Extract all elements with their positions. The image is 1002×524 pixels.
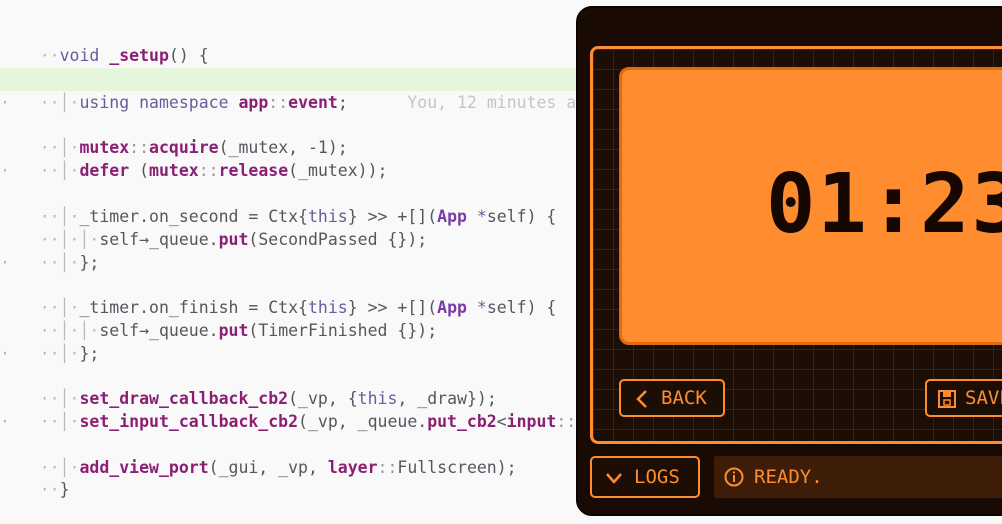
back-button[interactable]: BACK — [619, 379, 725, 417]
chevron-left-icon — [636, 390, 647, 408]
logs-button[interactable]: LOGS — [590, 456, 700, 498]
logs-button-label: LOGS — [634, 466, 680, 488]
timer-device-panel: 01:23 BACK SAVE LOGS READY. — [576, 6, 1002, 516]
chevron-down-icon — [606, 473, 622, 484]
status-bar: READY. — [714, 456, 1002, 498]
info-icon — [724, 467, 744, 487]
device-screen-frame: 01:23 BACK SAVE — [590, 46, 1002, 444]
save-button[interactable]: SAVE — [925, 379, 1002, 417]
timer-display: 01:23 — [619, 67, 1002, 345]
status-text: READY. — [754, 466, 823, 488]
back-button-label: BACK — [661, 387, 707, 409]
timer-time: 01:23 — [766, 157, 1002, 252]
floppy-icon — [938, 390, 956, 408]
save-button-label: SAVE — [965, 387, 1002, 409]
